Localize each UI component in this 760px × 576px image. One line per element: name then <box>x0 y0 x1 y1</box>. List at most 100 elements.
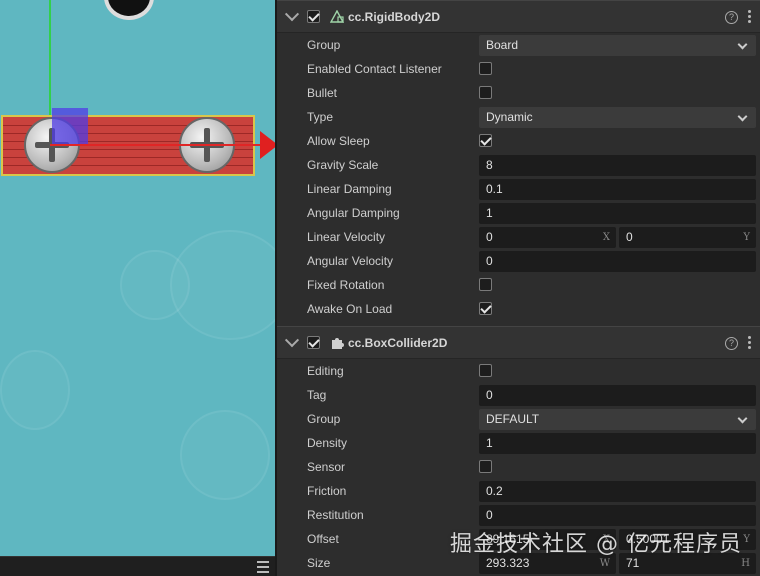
restitution-label: Restitution <box>307 508 364 522</box>
gizmo-xy-handle[interactable] <box>52 108 88 144</box>
prop-row-editing: Editing <box>277 359 760 383</box>
density-label: Density <box>307 436 348 450</box>
prop-row-fixed-rotation: Fixed Rotation <box>277 273 760 297</box>
prop-row-allow-sleep: Allow Sleep <box>277 129 760 153</box>
linear-velocity-x-value: 0 <box>486 230 493 244</box>
group-select[interactable]: Board <box>479 35 756 56</box>
background-decoration <box>180 410 270 500</box>
prop-row-linear-damping: Linear Damping 0.1 <box>277 177 760 201</box>
prop-row-angular-velocity: Angular Velocity 0 <box>277 249 760 273</box>
density-input[interactable]: 1 <box>479 433 756 454</box>
prop-row-linear-velocity: Linear Velocity 0X 0Y <box>277 225 760 249</box>
type-label: Type <box>307 110 334 124</box>
y-axis-label: Y <box>743 232 750 243</box>
linear-velocity-label: Linear Velocity <box>307 230 386 244</box>
background-decoration <box>0 350 70 430</box>
chevron-down-icon <box>737 39 748 50</box>
sensor-checkbox[interactable] <box>479 460 492 473</box>
chevron-down-icon <box>737 413 748 424</box>
tag-label: Tag <box>307 388 327 402</box>
scene-footer-bar <box>0 556 275 576</box>
chevron-down-icon <box>737 111 748 122</box>
restitution-input[interactable]: 0 <box>479 505 756 526</box>
type-select[interactable]: Dynamic <box>479 107 756 128</box>
allow-sleep-label: Allow Sleep <box>307 134 370 148</box>
linear-velocity-y-value: 0 <box>626 230 633 244</box>
allow-sleep-checkbox[interactable] <box>479 134 492 147</box>
rigidbody2d-title: cc.RigidBody2D <box>348 9 441 24</box>
boxcollider2d-header[interactable]: cc.BoxCollider2D ? <box>277 326 760 359</box>
prop-row-tag: Tag 0 <box>277 383 760 407</box>
y-axis-label: Y <box>743 534 750 545</box>
x-axis-label: X <box>602 232 610 243</box>
awake-on-load-checkbox[interactable] <box>479 302 492 315</box>
bullet-checkbox[interactable] <box>479 86 492 99</box>
tag-input[interactable]: 0 <box>479 385 756 406</box>
boxcollider2d-title: cc.BoxCollider2D <box>348 335 448 350</box>
offset-label: Offset <box>307 532 339 546</box>
sensor-label: Sensor <box>307 460 346 474</box>
gravity-scale-input[interactable]: 8 <box>479 155 756 176</box>
help-icon[interactable]: ? <box>725 337 738 350</box>
prop-row-density: Density 1 <box>277 431 760 455</box>
size-label: Size <box>307 556 331 570</box>
rigidbody2d-component: cc.RigidBody2D ? Group Board Enabled Con… <box>277 0 760 326</box>
prop-row-awake-on-load: Awake On Load <box>277 297 760 321</box>
angular-damping-input[interactable]: 1 <box>479 203 756 224</box>
enabled-contact-listener-checkbox[interactable] <box>479 62 492 75</box>
angular-damping-label: Angular Damping <box>307 206 400 220</box>
scene-view[interactable] <box>0 0 275 576</box>
background-decoration <box>120 250 190 320</box>
hamburger-menu-icon[interactable] <box>257 561 269 573</box>
watermark-text: 掘金技术社区 @ 亿元程序员 <box>450 532 742 557</box>
editing-label: Editing <box>307 364 344 378</box>
ball-sprite[interactable] <box>104 0 154 20</box>
h-axis-label: H <box>741 558 750 569</box>
help-icon[interactable]: ? <box>725 11 738 24</box>
gravity-scale-label: Gravity Scale <box>307 158 379 172</box>
gizmo-x-arrow-icon[interactable] <box>260 131 275 159</box>
linear-velocity-y-input[interactable]: 0Y <box>619 227 756 248</box>
chevron-down-icon[interactable] <box>284 6 300 21</box>
friction-label: Friction <box>307 484 347 498</box>
rigidbody2d-header[interactable]: cc.RigidBody2D ? <box>277 0 760 33</box>
linear-damping-label: Linear Damping <box>307 182 392 196</box>
editing-checkbox[interactable] <box>479 364 492 377</box>
gizmo-x-axis[interactable] <box>50 144 262 146</box>
enabled-contact-listener-label: Enabled Contact Listener <box>307 62 442 76</box>
type-value: Dynamic <box>486 110 533 124</box>
awake-on-load-label: Awake On Load <box>307 302 393 316</box>
group-value: Board <box>486 38 519 52</box>
collider-group-value: DEFAULT <box>486 412 540 426</box>
prop-row-sensor: Sensor <box>277 455 760 479</box>
size-height-value: 71 <box>626 556 640 570</box>
bullet-label: Bullet <box>307 86 338 100</box>
linear-damping-input[interactable]: 0.1 <box>479 179 756 200</box>
fixed-rotation-checkbox[interactable] <box>479 278 492 291</box>
boxcollider2d-enabled-checkbox[interactable] <box>307 336 320 349</box>
prop-row-enabled-contact-listener: Enabled Contact Listener <box>277 57 760 81</box>
rigidbody-icon <box>330 9 344 23</box>
prop-row-friction: Friction 0.2 <box>277 479 760 503</box>
more-options-icon[interactable] <box>748 10 752 24</box>
angular-velocity-input[interactable]: 0 <box>479 251 756 272</box>
puzzle-piece-icon <box>332 337 344 349</box>
chevron-down-icon[interactable] <box>284 332 300 347</box>
size-width-value: 293.323 <box>486 556 530 570</box>
prop-row-bullet: Bullet <box>277 81 760 105</box>
inspector-panel: cc.RigidBody2D ? Group Board Enabled Con… <box>275 0 760 576</box>
prop-row-gravity-scale: Gravity Scale 8 <box>277 153 760 177</box>
prop-row-type: Type Dynamic <box>277 105 760 129</box>
prop-row-restitution: Restitution 0 <box>277 503 760 527</box>
friction-input[interactable]: 0.2 <box>479 481 756 502</box>
collider-group-label: Group <box>307 412 341 426</box>
group-label: Group <box>307 38 341 52</box>
prop-row-collider-group: Group DEFAULT <box>277 407 760 431</box>
angular-velocity-label: Angular Velocity <box>307 254 394 268</box>
collider-group-select[interactable]: DEFAULT <box>479 409 756 430</box>
more-options-icon[interactable] <box>748 336 752 350</box>
prop-row-group: Group Board <box>277 33 760 57</box>
prop-row-angular-damping: Angular Damping 1 <box>277 201 760 225</box>
rigidbody2d-enabled-checkbox[interactable] <box>307 10 320 23</box>
linear-velocity-x-input[interactable]: 0X <box>479 227 616 248</box>
